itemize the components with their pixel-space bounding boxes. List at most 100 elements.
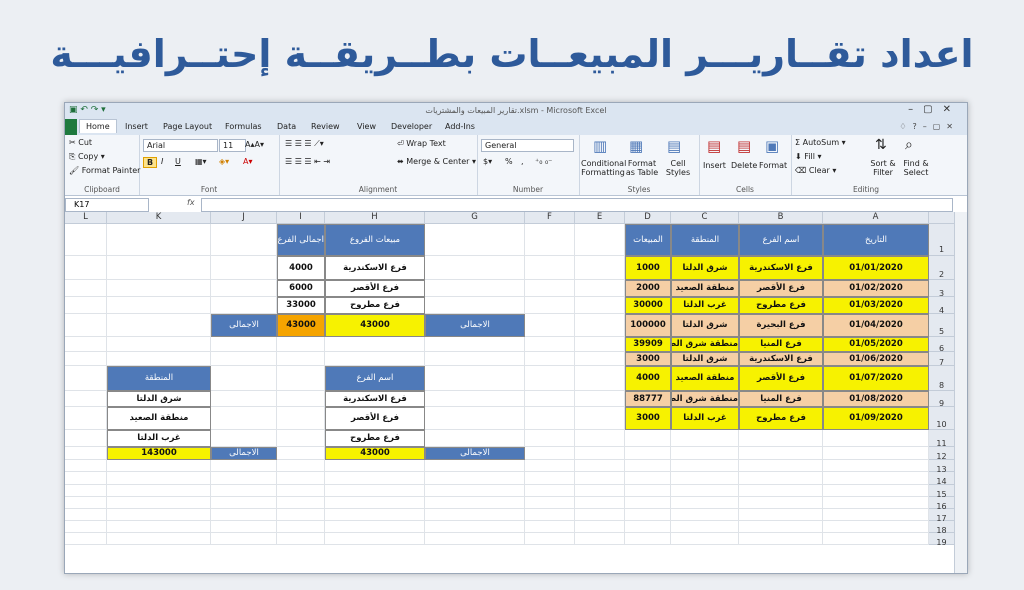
wrap-text-button[interactable]: ⏎ Wrap Text [397,139,446,148]
delete-cells-icon[interactable]: ▤ [737,137,751,155]
region-list-cell[interactable]: منطقة الصعيد [107,407,211,430]
underline-button[interactable]: U [175,157,181,166]
tab-home[interactable]: Home [79,119,117,133]
format-cells-button[interactable]: Format [759,161,787,170]
row-header-19[interactable]: 19 [929,533,955,547]
merge-center-button[interactable]: ⬌ Merge & Center ▾ [397,157,476,166]
branch-sales-cell[interactable]: فرع الأقصر [325,280,425,297]
cell-styles-icon[interactable]: ▤ [667,137,681,155]
insert-cells-icon[interactable]: ▤ [707,137,721,155]
main-table-cell[interactable]: غرب الدلتا [671,297,739,314]
main-table-cell[interactable]: 01/07/2020 [823,366,929,391]
row-header-15[interactable]: 15 [929,485,955,499]
row-header-9[interactable]: 9 [929,391,955,408]
row-header-13[interactable]: 13 [929,460,955,474]
main-table-cell[interactable]: 2000 [625,280,671,297]
tab-add-ins[interactable]: Add-Ins [445,122,475,131]
main-table-header[interactable]: اسم الفرع [739,224,823,256]
align-top-icon[interactable]: ☰ ☰ ☰ ⟋▾ [285,139,324,149]
row-header-2[interactable]: 2 [929,256,955,280]
branch-total-label[interactable]: الاجمالى [425,314,525,337]
main-table-cell[interactable]: شرق الدلتا [671,256,739,280]
main-table-header[interactable]: التاريخ [823,224,929,256]
main-table-cell[interactable]: فرع الاسكندرية [739,352,823,366]
branch-total-cell[interactable]: 6000 [277,280,325,297]
percent-button[interactable]: % [505,157,513,166]
format-painter-button[interactable]: 🖌 Format Painter [69,166,140,175]
branch-list-cell[interactable]: فرع الأقصر [325,407,425,430]
region-list-total[interactable]: 143000 [107,447,211,460]
main-table-cell[interactable]: منطقة شرق الصعيد [671,337,739,352]
main-table-cell[interactable]: 01/09/2020 [823,407,929,430]
row-header-8[interactable]: 8 [929,366,955,391]
row-header-11[interactable]: 11 [929,430,955,448]
main-table-cell[interactable]: 01/06/2020 [823,352,929,366]
row-header-1[interactable]: 1 [929,224,955,256]
column-header-f[interactable]: F [525,212,575,224]
column-header-j[interactable]: J [211,212,277,224]
region-list-cell[interactable]: شرق الدلتا [107,391,211,407]
file-tab[interactable] [65,119,77,135]
region-list-cell[interactable]: غرب الدلتا [107,430,211,447]
main-table-cell[interactable]: 1000 [625,256,671,280]
font-name-box[interactable]: Arial [143,139,218,152]
row-header-4[interactable]: 4 [929,297,955,315]
tab-insert[interactable]: Insert [125,122,148,131]
align-left-icon[interactable]: ☰ ☰ ☰ ⇤ ⇥ [285,157,330,166]
main-table-cell[interactable]: 01/02/2020 [823,280,929,297]
font-color-icon[interactable]: A▾ [243,157,253,166]
cut-button[interactable]: ✂ Cut [69,138,92,147]
tab-review[interactable]: Review [311,122,340,131]
main-table-cell[interactable]: 3000 [625,407,671,430]
sort-filter-icon[interactable]: ⇅ [875,137,887,153]
tab-formulas[interactable]: Formulas [225,122,262,131]
currency-icon[interactable]: $▾ [483,157,492,166]
tab-page-layout[interactable]: Page Layout [163,122,212,131]
row-header-12[interactable]: 12 [929,447,955,461]
main-table-cell[interactable]: 01/03/2020 [823,297,929,314]
region-list-header[interactable]: المنطقة [107,366,211,391]
main-table-header[interactable]: المبيعات [625,224,671,256]
sort-filter-button[interactable]: Sort & Filter [867,159,899,177]
column-header-d[interactable]: D [625,212,671,224]
main-table-cell[interactable]: 01/01/2020 [823,256,929,280]
font-size-box[interactable]: 11 [219,139,246,152]
name-box[interactable]: K17 [65,198,149,212]
column-header-h[interactable]: H [325,212,425,224]
formula-input[interactable] [201,198,953,212]
format-cells-icon[interactable]: ▣ [765,137,779,155]
branch-total-cell[interactable]: 33000 [277,297,325,314]
main-table-cell[interactable]: فرع المنيا [739,337,823,352]
conditional-formatting-icon[interactable]: ▥ [593,137,607,155]
fill-color-icon[interactable]: ◈▾ [219,157,229,166]
branch-sales-cell[interactable]: فرع الاسكندرية [325,256,425,280]
branch-sales-cell[interactable]: فرع مطروح [325,297,425,314]
main-table-cell[interactable]: فرع الأقصر [739,366,823,391]
italic-button[interactable]: I [161,157,163,166]
help-icon[interactable]: ♢?–▢✕ [899,122,959,131]
main-table-cell[interactable]: فرع الأقصر [739,280,823,297]
insert-cells-button[interactable]: Insert [703,161,726,170]
format-table-button[interactable]: Format as Table [625,159,659,177]
row-header-17[interactable]: 17 [929,509,955,523]
column-header-l[interactable]: L [65,212,107,224]
spreadsheet-grid[interactable]: L K J I H G F E D C B A 1 2 3 4 5 6 7 8 9 10 11 12 13 14 15 16 17 18 1… [65,212,967,573]
main-table-cell[interactable]: 39909 [625,337,671,352]
region-list-total-label[interactable]: الاجمالى [211,447,277,460]
main-table-cell[interactable]: فرع البحيرة [739,314,823,337]
main-table-header[interactable]: المنطقة [671,224,739,256]
fx-icon[interactable]: fx [187,198,195,207]
select-all-corner[interactable] [929,212,955,224]
fill-button[interactable]: ⬇ Fill ▾ [795,152,822,161]
column-header-g[interactable]: G [425,212,525,224]
branch-total-label-j[interactable]: الاجمالى [211,314,277,337]
main-table-cell[interactable]: فرع المنيا [739,391,823,407]
main-table-cell[interactable]: 01/08/2020 [823,391,929,407]
decimal-icon[interactable]: ⁺₀ ₀⁻ [535,157,552,166]
main-table-cell[interactable]: فرع الاسكندرية [739,256,823,280]
row-header-5[interactable]: 5 [929,314,955,337]
main-table-cell[interactable]: 4000 [625,366,671,391]
tab-developer[interactable]: Developer [391,122,432,131]
row-header-10[interactable]: 10 [929,407,955,430]
branch-list-cell[interactable]: فرع الاسكندرية [325,391,425,407]
